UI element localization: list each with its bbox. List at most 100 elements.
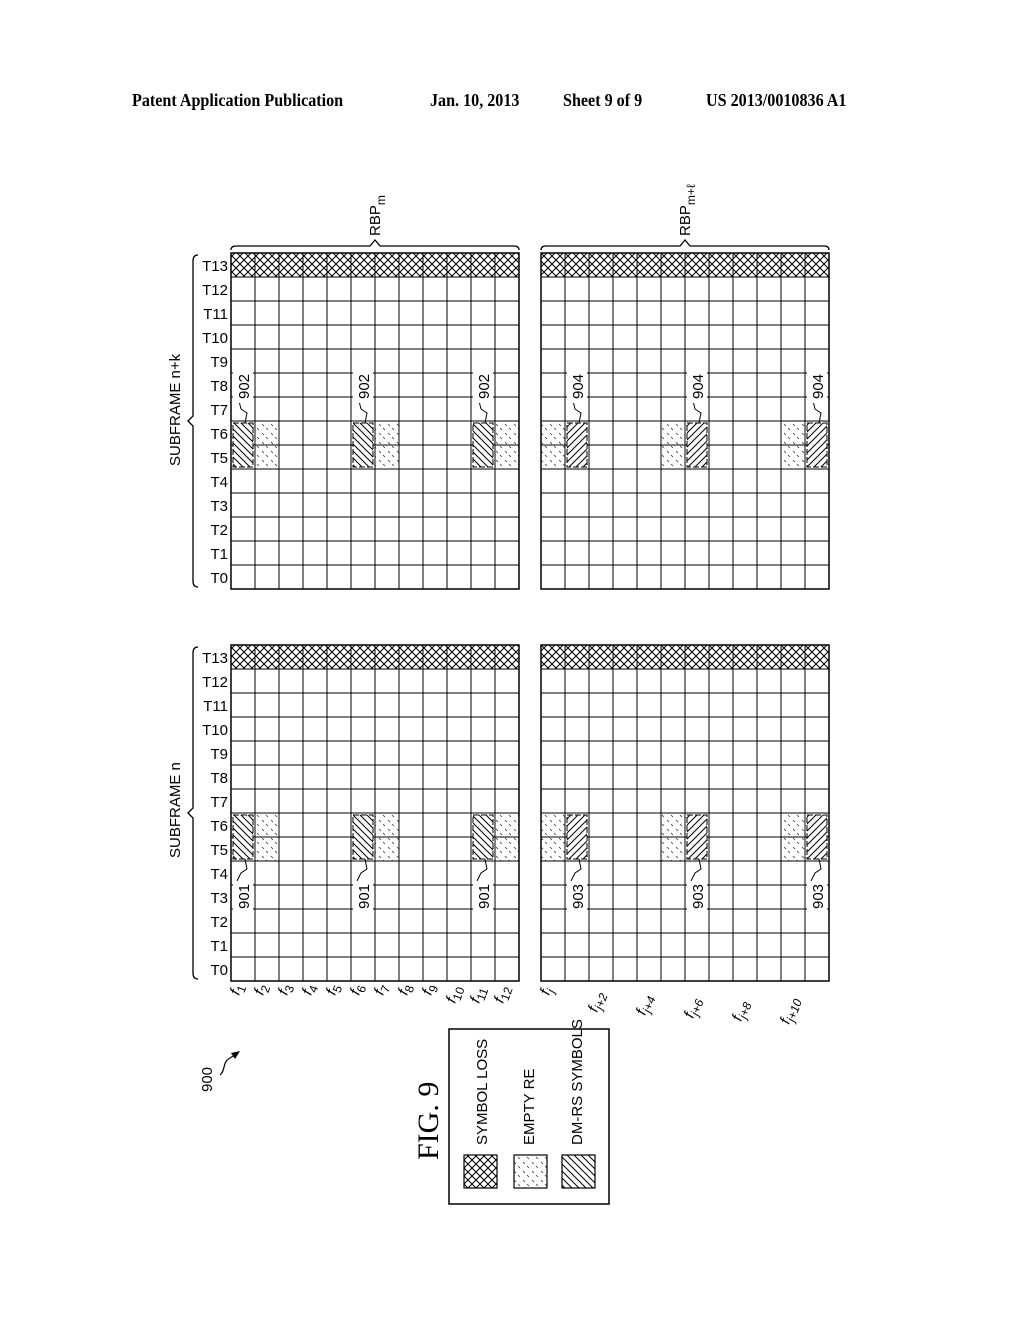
empty-re-cell [494, 420, 520, 446]
resource-element-cell [398, 276, 424, 302]
resource-element-cell [660, 324, 686, 350]
resource-element-cell [660, 276, 686, 302]
empty-re-cell [254, 444, 280, 470]
resource-element-cell [780, 300, 806, 326]
resource-element-cell [708, 716, 734, 742]
resource-element-cell [708, 788, 734, 814]
resource-element-cell [398, 884, 424, 910]
resource-element-cell [278, 444, 304, 470]
symbol-loss-cell [278, 252, 304, 278]
symbol-loss-cell [780, 252, 806, 278]
resource-element-cell [732, 692, 758, 718]
resource-element-cell [708, 908, 734, 934]
resource-element-cell [612, 692, 638, 718]
resource-element-cell [732, 884, 758, 910]
resource-element-cell [254, 956, 280, 982]
resource-element-cell [756, 740, 782, 766]
resource-element-cell [708, 836, 734, 862]
resource-element-cell [302, 468, 328, 494]
resource-element-cell [636, 788, 662, 814]
resource-element-cell [540, 716, 566, 742]
legend-label-dmrs: DM-RS SYMBOLS [569, 1019, 586, 1145]
resource-element-cell [326, 740, 352, 766]
resource-element-cell [540, 348, 566, 374]
resource-element-cell [278, 516, 304, 542]
resource-element-cell [780, 564, 806, 590]
resource-element-cell [564, 348, 590, 374]
resource-element-cell [660, 788, 686, 814]
resource-element-cell [780, 324, 806, 350]
empty-re-cell [660, 836, 686, 862]
resource-element-cell [230, 764, 256, 790]
resource-element-cell [756, 860, 782, 886]
resource-element-cell [494, 564, 520, 590]
resource-element-cell [278, 932, 304, 958]
resource-element-cell [278, 276, 304, 302]
resource-element-cell [756, 812, 782, 838]
resource-element-cell [446, 324, 472, 350]
resource-element-cell [756, 540, 782, 566]
resource-element-cell [564, 668, 590, 694]
resource-element-cell [636, 300, 662, 326]
resource-element-cell [254, 908, 280, 934]
subframe-label: SUBFRAME n+k [167, 353, 184, 466]
resource-element-cell [422, 860, 448, 886]
resource-element-cell [494, 516, 520, 542]
resource-element-cell [660, 396, 686, 422]
freq-label-fj+6: fj+6 [681, 995, 707, 1021]
resource-element-cell [636, 860, 662, 886]
resource-element-cell [588, 564, 614, 590]
resource-element-cell [422, 716, 448, 742]
resource-element-cell [302, 372, 328, 398]
resource-element-cell [780, 372, 806, 398]
resource-element-cell [254, 276, 280, 302]
resource-element-cell [230, 932, 256, 958]
resource-element-cell [302, 492, 328, 518]
resource-element-cell [756, 956, 782, 982]
resource-element-cell [302, 444, 328, 470]
resource-element-cell [398, 372, 424, 398]
resource-element-cell [780, 468, 806, 494]
resource-element-cell [612, 276, 638, 302]
symbol-loss-cell [780, 644, 806, 670]
freq-subscript: j+10 [783, 997, 805, 1026]
resource-element-cell [254, 764, 280, 790]
resource-element-cell [636, 668, 662, 694]
reference-arrowhead-icon [231, 1051, 240, 1059]
callout-label-903: 903 [810, 884, 827, 909]
resource-element-cell [756, 372, 782, 398]
resource-element-cell [374, 516, 400, 542]
resource-element-cell [588, 884, 614, 910]
resource-element-cell [708, 740, 734, 766]
resource-element-cell [780, 788, 806, 814]
resource-element-cell [446, 932, 472, 958]
resource-element-cell [302, 348, 328, 374]
resource-element-cell [422, 396, 448, 422]
resource-element-cell [540, 276, 566, 302]
freq-label-f8: f8 [395, 981, 418, 998]
resource-element-cell [494, 468, 520, 494]
resource-element-cell [254, 396, 280, 422]
symbol-loss-cell [254, 644, 280, 670]
resource-element-cell [422, 348, 448, 374]
resource-element-cell [302, 788, 328, 814]
resource-element-cell [636, 468, 662, 494]
row-label-T6: T6 [210, 426, 228, 443]
freq-subscript: 8 [402, 983, 418, 994]
resource-element-cell [494, 492, 520, 518]
resource-element-cell [540, 884, 566, 910]
resource-element-cell [278, 396, 304, 422]
resource-element-cell [278, 956, 304, 982]
resource-element-cell [780, 276, 806, 302]
resource-element-cell [398, 396, 424, 422]
resource-element-cell [732, 740, 758, 766]
resource-element-cell [660, 564, 686, 590]
resource-element-cell [780, 348, 806, 374]
resource-element-cell [564, 492, 590, 518]
resource-element-cell [326, 716, 352, 742]
resource-element-cell [278, 468, 304, 494]
resource-element-cell [278, 420, 304, 446]
empty-re-cell [494, 444, 520, 470]
resource-element-cell [540, 372, 566, 398]
resource-element-cell [350, 468, 376, 494]
